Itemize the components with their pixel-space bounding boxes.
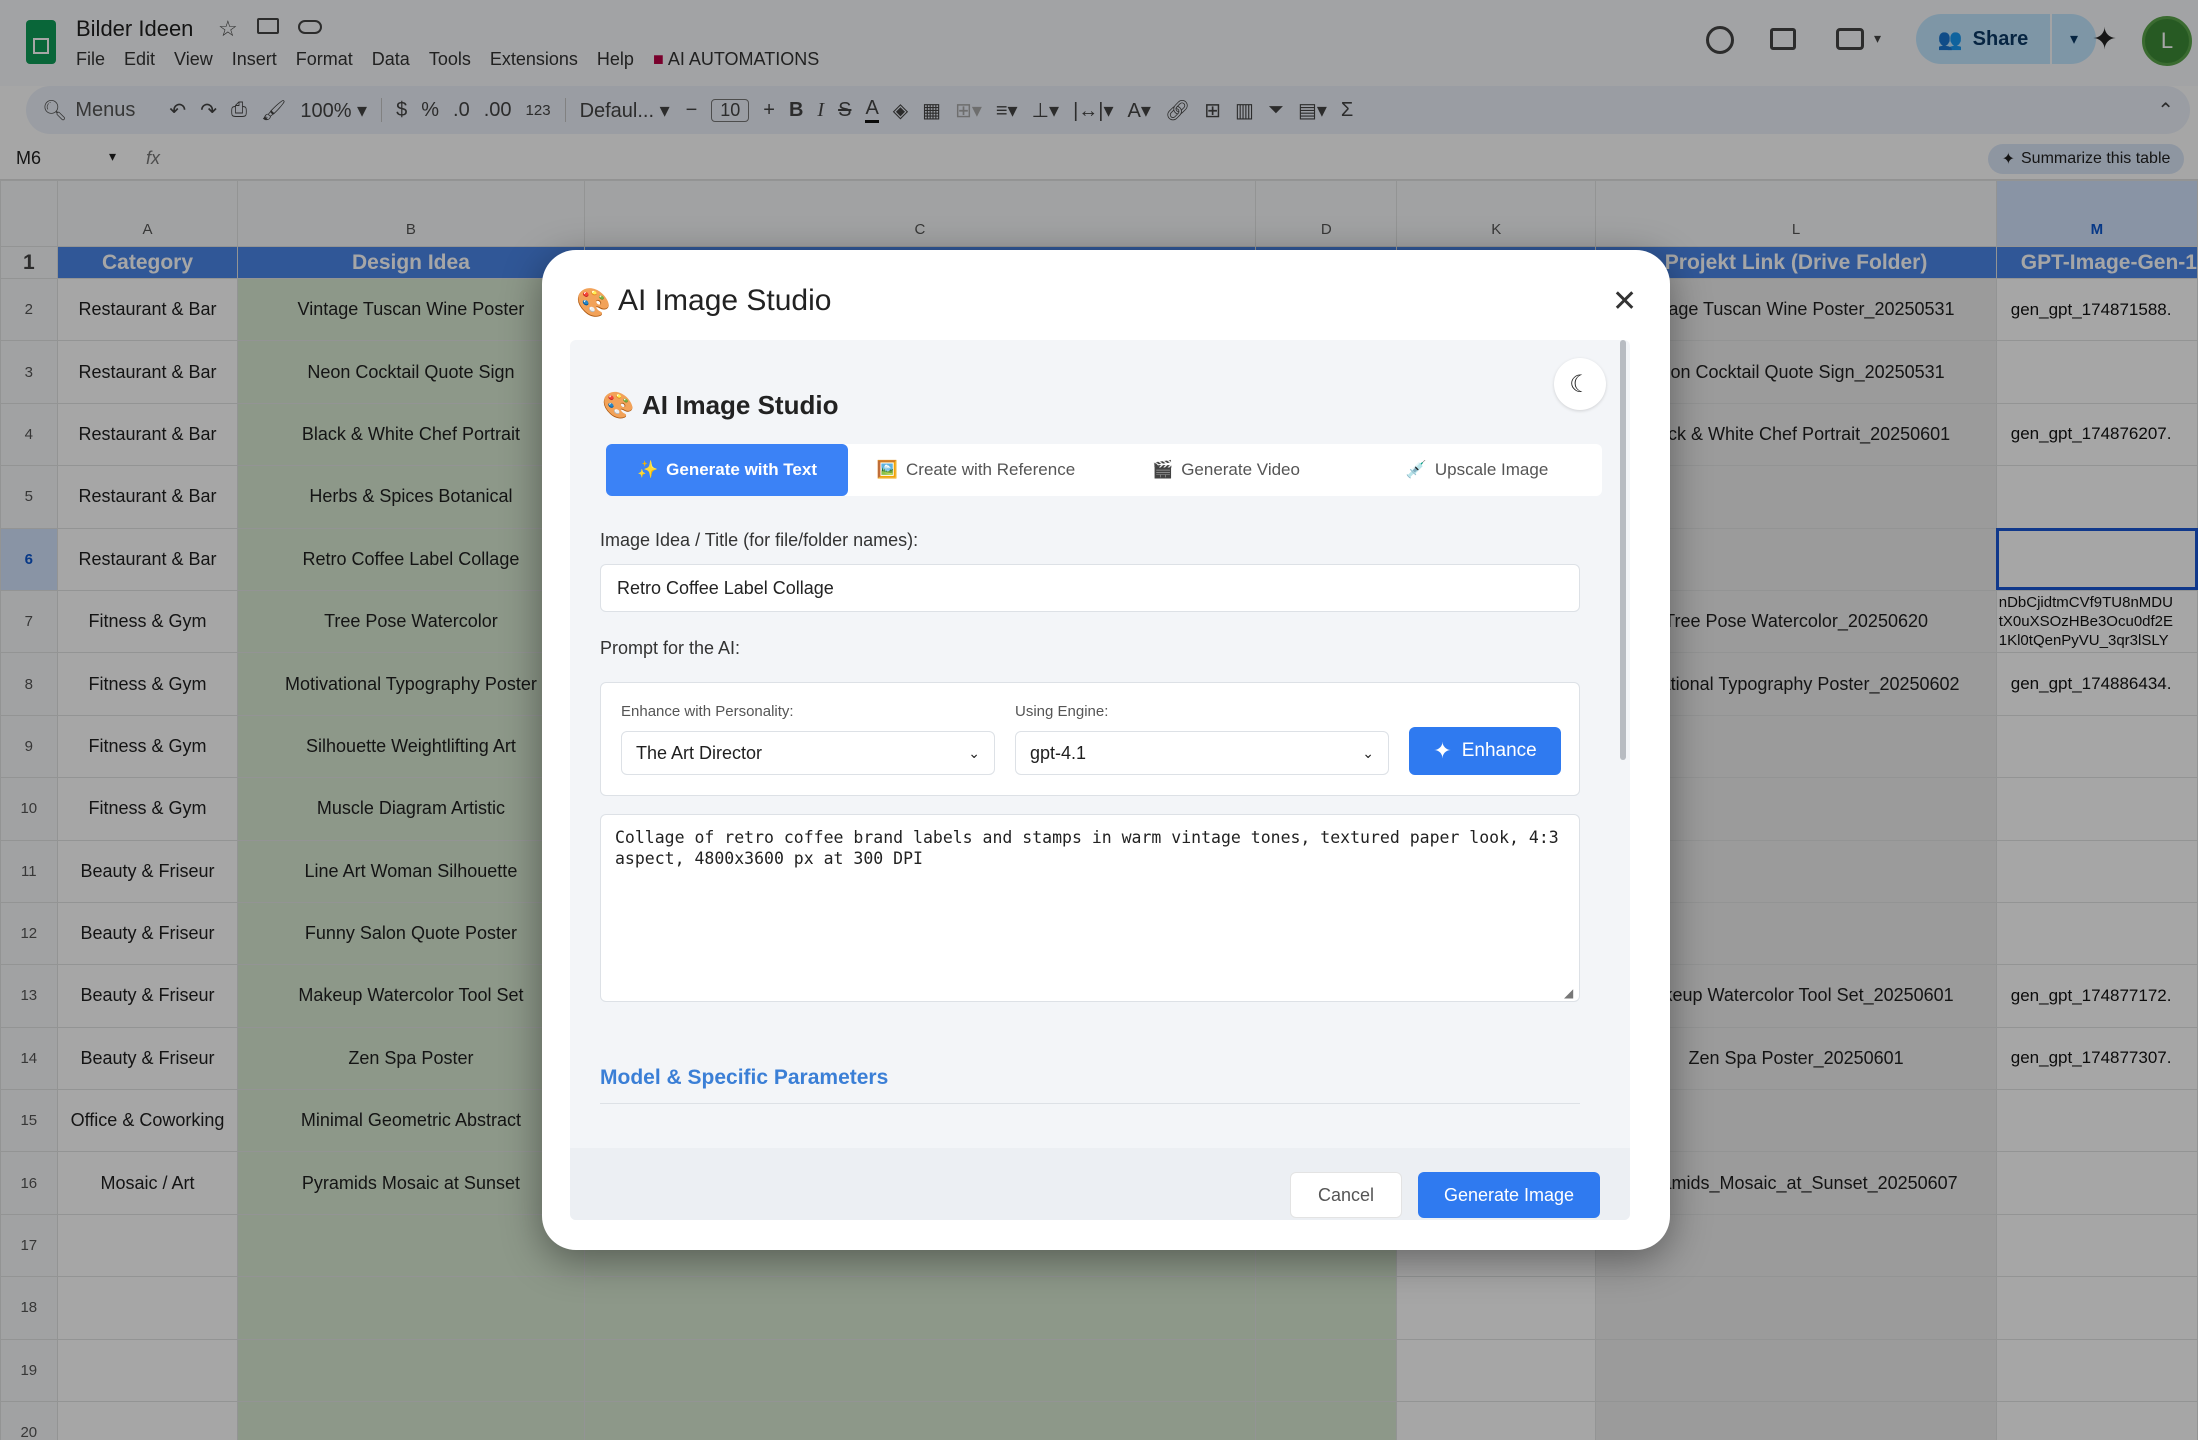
prompt-textarea[interactable]: Collage of retro coffee brand labels and… <box>600 814 1580 1002</box>
cancel-button[interactable]: Cancel <box>1290 1172 1402 1218</box>
studio-heading: AI Image Studio <box>642 390 839 420</box>
engine-select[interactable]: gpt-4.1 ⌄ <box>1015 731 1389 775</box>
personality-label: Enhance with Personality: <box>621 703 794 720</box>
enhance-button[interactable]: ✦ Enhance <box>1409 727 1561 775</box>
picture-icon: 🖼️ <box>876 460 899 479</box>
scrollbar[interactable] <box>1620 340 1626 760</box>
mode-tabs: ✨ Generate with Text 🖼️ Create with Refere… <box>606 444 1602 496</box>
chevron-down-icon: ⌄ <box>1362 744 1374 761</box>
resize-handle-icon[interactable]: ◢ <box>1564 986 1573 1000</box>
generate-image-button[interactable]: Generate Image <box>1418 1172 1600 1218</box>
sparkles-icon: ✨ <box>636 460 659 479</box>
moon-icon: ☾ <box>1569 370 1591 398</box>
syringe-icon: 💉 <box>1405 460 1427 479</box>
enhance-panel: Enhance with Personality: The Art Direct… <box>600 682 1580 796</box>
divider <box>600 1103 1580 1104</box>
tab-upscale-image[interactable]: 💉 Upscale Image <box>1352 444 1602 496</box>
personality-select[interactable]: The Art Director ⌄ <box>621 731 995 775</box>
palette-icon: 🎨 <box>602 390 635 420</box>
image-idea-input[interactable]: Retro Coffee Label Collage <box>600 564 1580 612</box>
close-icon[interactable]: ✕ <box>1612 284 1637 319</box>
engine-label: Using Engine: <box>1015 703 1109 720</box>
sparkles-icon: ✦ <box>1433 738 1452 763</box>
prompt-label: Prompt for the AI: <box>600 638 741 658</box>
chevron-down-icon: ⌄ <box>968 744 980 761</box>
tab-create-with-reference[interactable]: 🖼️ Create with Reference <box>856 444 1096 496</box>
image-idea-label: Image Idea / Title (for file/folder name… <box>600 530 919 550</box>
dialog-title: AI Image Studio <box>618 284 832 317</box>
dialog-content: ☾ 🎨 AI Image Studio ✨ Generate with Text … <box>570 340 1630 1220</box>
clapper-icon: 🎬 <box>1152 460 1174 479</box>
dark-mode-toggle[interactable]: ☾ <box>1554 358 1606 410</box>
ai-image-studio-dialog: 🎨 AI Image Studio ✕ ☾ 🎨 AI Image Studio … <box>542 250 1670 1250</box>
tab-generate-video[interactable]: 🎬 Generate Video <box>1106 444 1346 496</box>
tab-generate-with-text[interactable]: ✨ Generate with Text <box>606 444 848 496</box>
model-parameters-heading[interactable]: Model & Specific Parameters <box>600 1066 888 1090</box>
palette-icon: 🎨 <box>576 287 611 318</box>
